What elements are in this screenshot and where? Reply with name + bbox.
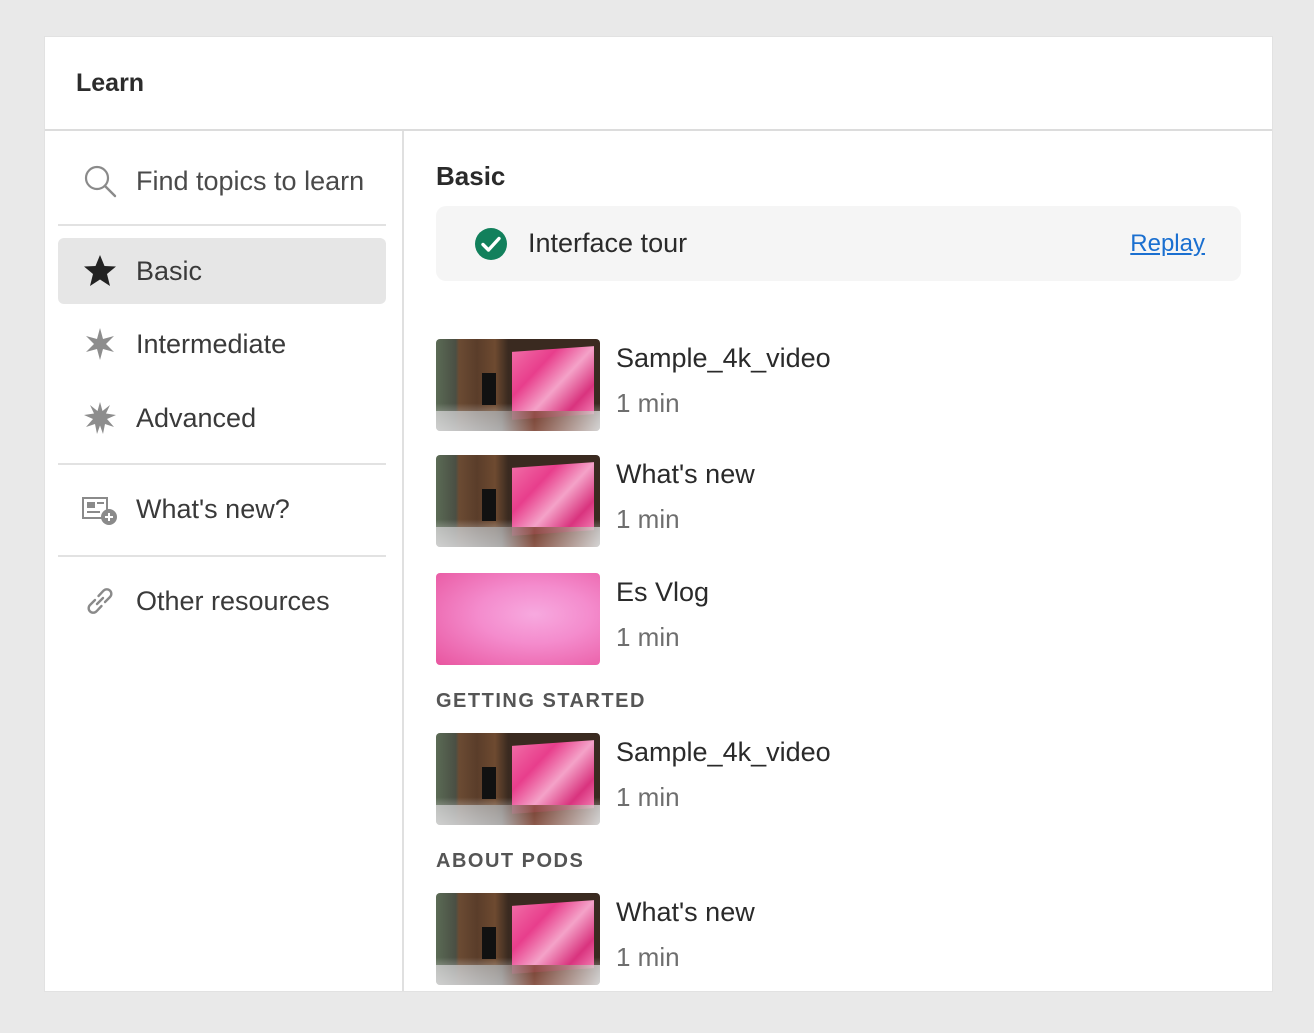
section-title: Basic: [436, 161, 505, 192]
divider: [58, 463, 386, 465]
sidebar-item-basic[interactable]: Basic: [58, 238, 386, 304]
item-duration: 1 min: [616, 622, 709, 653]
group-heading-getting-started: GETTING STARTED: [436, 690, 646, 713]
divider: [58, 224, 386, 226]
sidebar-item-label: Advanced: [136, 403, 256, 434]
item-title: What's new: [616, 897, 755, 928]
sidebar-item-other-resources[interactable]: Other resources: [58, 568, 386, 634]
search-icon: [82, 163, 118, 199]
item-duration: 1 min: [616, 504, 755, 535]
sidebar-item-whats-new[interactable]: What's new?: [58, 476, 386, 542]
sidebar-item-intermediate[interactable]: Intermediate: [58, 311, 386, 377]
panel-header: Learn: [45, 37, 1272, 131]
list-item[interactable]: What's new 1 min: [436, 893, 1241, 985]
video-thumbnail: [436, 339, 600, 431]
link-icon: [82, 583, 118, 619]
item-title: Sample_4k_video: [616, 737, 831, 768]
item-duration: 1 min: [616, 942, 755, 973]
tour-label: Interface tour: [528, 228, 1130, 259]
list-item[interactable]: Sample_4k_video 1 min: [436, 733, 1241, 825]
video-thumbnail: [436, 573, 600, 665]
sidebar-item-label: Basic: [136, 256, 202, 287]
item-duration: 1 min: [616, 782, 831, 813]
replay-link[interactable]: Replay: [1130, 230, 1205, 258]
group-heading-about-pods: ABOUT PODS: [436, 850, 584, 873]
video-thumbnail: [436, 893, 600, 985]
item-duration: 1 min: [616, 388, 831, 419]
sidebar-item-label: What's new?: [136, 494, 290, 525]
panel-title: Learn: [76, 69, 144, 98]
item-title: Es Vlog: [616, 577, 709, 608]
list-item[interactable]: What's new 1 min: [436, 455, 1241, 547]
learn-panel: Learn Find topics to learn Basic Interme…: [45, 37, 1272, 991]
star-6-point-icon: [82, 326, 118, 362]
checkmark-circle-icon: [474, 227, 508, 261]
item-title: What's new: [616, 459, 755, 490]
main-content: Basic Interface tour Replay Sample_4k_vi…: [436, 131, 1241, 991]
whats-new-icon: [82, 491, 118, 527]
list-item[interactable]: Es Vlog 1 min: [436, 573, 1241, 665]
video-thumbnail: [436, 455, 600, 547]
video-thumbnail: [436, 733, 600, 825]
sidebar: Find topics to learn Basic Intermediate …: [45, 131, 404, 991]
star-filled-icon: [82, 253, 118, 289]
search-input[interactable]: Find topics to learn: [58, 148, 386, 214]
interface-tour-card: Interface tour Replay: [436, 206, 1241, 281]
star-8-point-icon: [82, 400, 118, 436]
sidebar-item-label: Other resources: [136, 586, 330, 617]
sidebar-item-label: Intermediate: [136, 329, 286, 360]
divider: [58, 555, 386, 557]
search-placeholder: Find topics to learn: [136, 166, 364, 197]
sidebar-item-advanced[interactable]: Advanced: [58, 385, 386, 451]
item-title: Sample_4k_video: [616, 343, 831, 374]
list-item[interactable]: Sample_4k_video 1 min: [436, 339, 1241, 431]
